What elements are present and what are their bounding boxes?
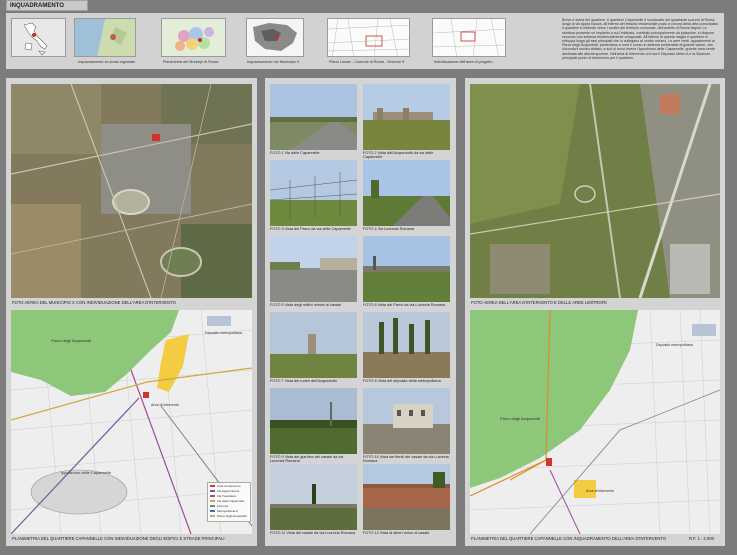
photo-caption: FOTO 11 Vista del casale da via Lucrezia… — [270, 531, 356, 535]
thumb-caption: Inquadramento su scala regionale — [78, 60, 136, 64]
legend-label: Parco degli Acquedotti — [217, 514, 247, 518]
photo-11 — [270, 464, 357, 530]
photo-caption: FOTO 7 Vista dei ruderi dell'Acquedotto — [270, 379, 337, 383]
thumb-caption: Individuazione dell'area di progetto — [434, 60, 493, 64]
map-label-deposito: Deposito metropolitana — [656, 343, 693, 347]
legend-label: Via delle Capannelle — [217, 499, 245, 503]
photo-7 — [270, 312, 357, 378]
municipio-map-thumb — [246, 18, 304, 57]
photo-10 — [363, 388, 450, 454]
right-top-caption: FOTO AEREA DELL'AREA D'INTERVENTO E DELL… — [471, 300, 608, 305]
photo-4 — [363, 160, 450, 226]
photo-panel: FOTO 1 Via delle Capannelle FOTO 2 Vista… — [265, 78, 456, 546]
legend-label: Via Appia Nuova — [217, 489, 240, 493]
legend-label: Ferrovia — [217, 504, 229, 508]
map-label-deposito: Deposito metropolitana — [205, 331, 242, 335]
photo-6 — [363, 236, 450, 302]
map-label-area: Area di intervento — [151, 403, 179, 407]
italy-thumb — [11, 18, 66, 57]
photo-caption: FOTO 12 Vista di alberi vicino al casale — [363, 531, 430, 535]
municipi-map-thumb — [161, 18, 226, 57]
area-aerial-photo — [470, 84, 720, 298]
area-site-plan: Parco degli Acquedotti Deposito metropol… — [470, 310, 720, 534]
scale-label: R.F. 1 : 4.000 — [689, 536, 714, 541]
regional-map-thumb — [74, 18, 136, 57]
project-area-thumb — [432, 18, 506, 57]
legend-label: Area di intervento — [217, 484, 241, 488]
legend-label: Metropolitana A — [217, 509, 238, 513]
photo-3 — [270, 160, 357, 226]
thumb-caption: Planimetria dei Municipi di Roma — [163, 60, 219, 64]
legend-label: Via Tuscolana — [217, 494, 236, 498]
photo-9 — [270, 388, 357, 454]
photo-1 — [270, 84, 357, 150]
map-label-area: Area di intervento — [586, 489, 614, 493]
legend-item: Parco degli Acquedotti — [210, 514, 248, 519]
thumb-caption: Piano Locale - Comune di Roma - Sezione … — [329, 60, 405, 64]
map-label-parco: Parco degli Acquedotti — [500, 416, 540, 421]
photo-caption: FOTO 10 Vista dei fienili del casale da … — [363, 455, 449, 464]
local-plan-thumb — [327, 18, 410, 57]
photo-caption: FOTO 3 Vista del Parco da via delle Capa… — [270, 227, 351, 231]
map-label-parco: Parco degli Acquedotti — [51, 338, 91, 343]
photo-8 — [363, 312, 450, 378]
right-bottom-caption: PLANIMETRIA DEL QUARTIERE CAPANNELLE CON… — [471, 536, 667, 541]
photo-caption: FOTO 9 Vista del giardino del casale da … — [270, 455, 344, 464]
area-description: Breve e storia del quartiere. Il quartie… — [562, 18, 719, 60]
map-legend: Area di intervento Via Appia Nuova Via T… — [207, 482, 251, 522]
page-title: INQUADRAMENTO DELL'AREA — [6, 0, 88, 20]
photo-caption: FOTO 8 Vista del deposito della metropol… — [363, 379, 441, 383]
capannelle-site-plan: Parco degli Acquedotti Ippodromo delle C… — [11, 310, 252, 534]
left-top-caption: FOTO AEREA DEL MUNICIPIO X CON INDIVIDUA… — [12, 300, 176, 305]
photo-caption: FOTO 6 Vista del Parco da via Lucrezia R… — [363, 303, 446, 307]
thumb-caption: Inquadramento nel Municipio X — [247, 60, 300, 64]
map-label-ippodromo: Ippodromo delle Capannelle — [61, 470, 112, 475]
photo-caption: FOTO 4 Via Lucrezia Romana — [363, 227, 414, 231]
right-panel: FOTO AEREA DELL'AREA D'INTERVENTO E DELL… — [465, 78, 725, 546]
photo-caption: FOTO 5 Vista degli edifici minimi al cas… — [270, 303, 341, 307]
photo-12 — [363, 464, 450, 530]
photo-2 — [363, 84, 450, 150]
top-strip: Inquadramento su scala regionale Planime… — [6, 13, 724, 69]
left-bottom-caption: PLANIMETRIA DEL QUARTIERE CAPANNELLE CON… — [12, 536, 225, 541]
left-panel: FOTO AEREA DEL MUNICIPIO X CON INDIVIDUA… — [6, 78, 257, 546]
photo-5 — [270, 236, 357, 302]
photo-caption: FOTO 1 Via delle Capannelle — [270, 151, 320, 155]
photo-caption: FOTO 2 Vista dell'Acquedotto da via dell… — [363, 151, 434, 160]
municipio-aerial-photo — [11, 84, 252, 298]
